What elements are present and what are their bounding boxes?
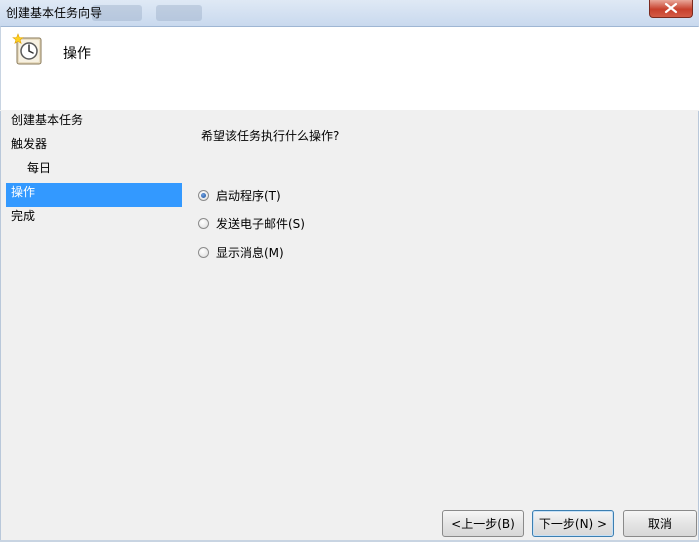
action-question: 希望该任务执行什么操作? <box>201 129 340 143</box>
option-label: 发送电子邮件(S) <box>216 216 305 231</box>
option-label: 启动程序(T) <box>216 188 281 203</box>
page-title: 操作 <box>63 46 91 62</box>
nav-step-create-basic-task[interactable]: 创建基本任务 <box>6 111 182 135</box>
window-title: 创建基本任务向导 <box>6 6 103 20</box>
cancel-button[interactable]: 取消 <box>623 510 697 537</box>
blurred-background-tab <box>156 5 202 21</box>
nav-step-action[interactable]: 操作 <box>6 183 182 207</box>
option-label: 显示消息(M) <box>216 245 284 260</box>
scheduled-task-clock-icon <box>12 33 42 65</box>
nav-step-label: 完成 <box>11 209 36 223</box>
nav-step-label: 创建基本任务 <box>11 113 84 127</box>
nav-step-finish[interactable]: 完成 <box>6 207 182 231</box>
option-send-email[interactable]: 发送电子邮件(S) <box>198 214 305 232</box>
radio-button[interactable] <box>198 189 209 201</box>
option-start-program[interactable]: 启动程序(T) <box>198 186 281 204</box>
nav-step-daily[interactable]: 每日 <box>6 159 182 183</box>
nav-step-label: 每日 <box>27 161 52 175</box>
nav-step-label: 操作 <box>11 185 36 199</box>
nav-step-label: 触发器 <box>11 137 48 151</box>
radio-button[interactable] <box>198 217 209 229</box>
wizard-header: 操作 <box>0 27 699 110</box>
back-button[interactable]: <上一步(B) <box>442 510 524 537</box>
next-button[interactable]: 下一步(N) > <box>532 510 614 537</box>
close-icon <box>664 2 678 14</box>
radio-button[interactable] <box>198 246 209 258</box>
option-show-message[interactable]: 显示消息(M) <box>198 243 284 261</box>
close-button[interactable] <box>649 0 693 18</box>
wizard-steps-nav: 创建基本任务 触发器 每日 操作 完成 <box>6 111 182 231</box>
title-bar: 创建基本任务向导 <box>0 0 699 27</box>
nav-step-trigger[interactable]: 触发器 <box>6 135 182 159</box>
